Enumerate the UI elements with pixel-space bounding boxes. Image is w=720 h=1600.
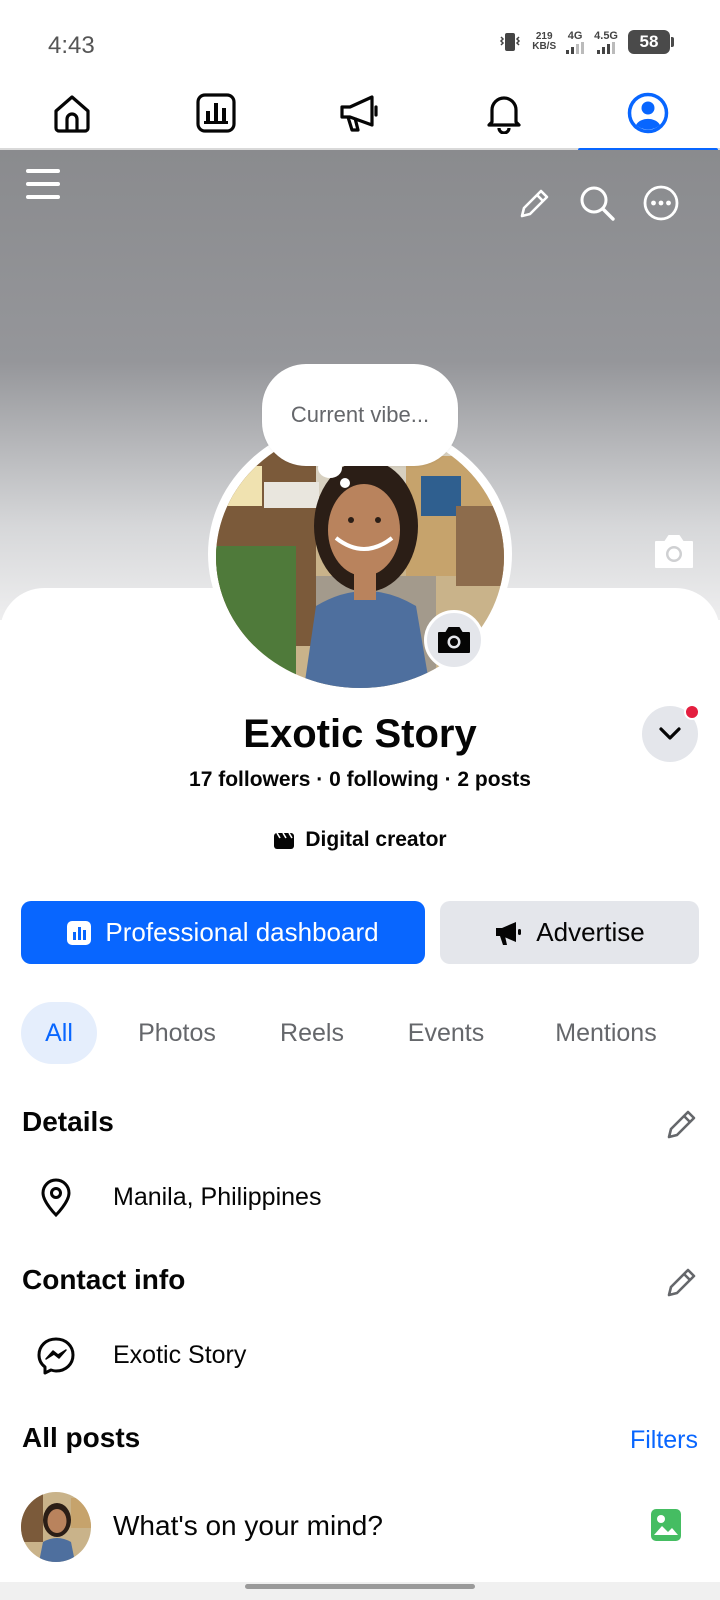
pencil-icon — [667, 1268, 696, 1297]
clapperboard-icon — [274, 832, 295, 849]
edit-details-button[interactable] — [664, 1108, 698, 1142]
advertise-button[interactable]: Advertise — [440, 901, 699, 964]
profile-name: Exotic Story — [243, 712, 477, 756]
profile-stats[interactable]: 17 followers · 0 following · 2 posts — [0, 768, 720, 792]
tab-mentions[interactable]: Mentions — [530, 1002, 682, 1064]
professional-dashboard-label: Professional dashboard — [105, 917, 379, 947]
more-options-button[interactable] — [640, 182, 682, 224]
menu-button[interactable] — [22, 164, 64, 204]
nav-notifications[interactable] — [432, 76, 576, 150]
profile-picture-camera-button[interactable] — [424, 610, 484, 670]
bubble-tail-dot — [340, 478, 350, 488]
location-text: Manila, Philippines — [113, 1183, 322, 1211]
pencil-icon — [667, 1110, 696, 1139]
advertise-label: Advertise — [536, 917, 645, 947]
notification-dot — [684, 704, 700, 720]
nav-home[interactable] — [0, 76, 144, 150]
tab-reels[interactable]: Reels — [262, 1002, 362, 1064]
edit-profile-button[interactable] — [514, 184, 554, 224]
sim1-label: 4G — [567, 30, 583, 42]
bell-icon — [487, 96, 521, 134]
nav-profile[interactable] — [576, 76, 720, 152]
more-icon — [643, 185, 679, 221]
status-note-bubble[interactable]: Current vibe... — [262, 364, 458, 466]
home-indicator[interactable] — [245, 1584, 475, 1589]
profile-icon — [627, 92, 669, 134]
tab-all[interactable]: All — [21, 1002, 97, 1064]
messenger-icon — [36, 1336, 76, 1376]
photo-icon[interactable] — [650, 1508, 682, 1542]
sim2-signal: 4.5G — [594, 30, 618, 54]
search-icon — [580, 186, 615, 221]
status-time: 4:43 — [48, 32, 95, 59]
menu-icon — [26, 169, 60, 199]
megaphone-icon — [496, 921, 522, 945]
details-title: Details — [22, 1106, 114, 1137]
dashboard-icon — [196, 93, 236, 133]
sim2-label: 4.5G — [594, 30, 618, 42]
contact-info-title: Contact info — [22, 1264, 186, 1295]
category-label: Digital creator — [305, 828, 447, 851]
top-navigation — [0, 76, 720, 152]
search-button[interactable] — [576, 182, 618, 224]
composer-avatar[interactable] — [21, 1492, 91, 1562]
bubble-tail — [318, 458, 342, 478]
pencil-icon — [520, 189, 549, 218]
signal-bars-icon — [597, 42, 616, 54]
cover-camera-button[interactable] — [652, 532, 696, 570]
filters-link[interactable]: Filters — [630, 1426, 698, 1455]
chevron-down-icon — [659, 727, 681, 740]
network-speed: 219 KB/S — [532, 32, 556, 52]
all-posts-title: All posts — [22, 1422, 141, 1453]
nav-ads[interactable] — [288, 76, 432, 150]
nav-dashboard[interactable] — [144, 76, 288, 150]
camera-icon — [655, 535, 693, 568]
vibrate-icon — [498, 31, 522, 53]
network-speed-unit: KB/S — [532, 41, 557, 52]
composer-input[interactable]: What's on your mind? — [113, 1510, 383, 1542]
sim1-signal: 4G — [566, 30, 585, 54]
tab-events[interactable]: Events — [388, 1002, 504, 1064]
status-icons: 219 KB/S 4G 4.5G 58 — [498, 30, 674, 54]
tab-photos[interactable]: Photos — [116, 1002, 238, 1064]
dashboard-icon — [67, 920, 92, 945]
megaphone-icon — [340, 95, 378, 132]
messenger-text: Exotic Story — [113, 1341, 247, 1369]
signal-bars-icon — [566, 42, 585, 54]
battery-icon: 58 — [628, 30, 674, 54]
status-bar: 4:43 219 KB/S 4G 4.5G 58 — [0, 0, 720, 76]
location-icon — [36, 1178, 76, 1218]
camera-icon — [438, 627, 470, 653]
home-icon — [54, 95, 90, 133]
professional-dashboard-button[interactable]: Professional dashboard — [21, 901, 425, 964]
edit-contact-button[interactable] — [664, 1266, 698, 1300]
profile-category: Digital creator — [0, 828, 720, 852]
